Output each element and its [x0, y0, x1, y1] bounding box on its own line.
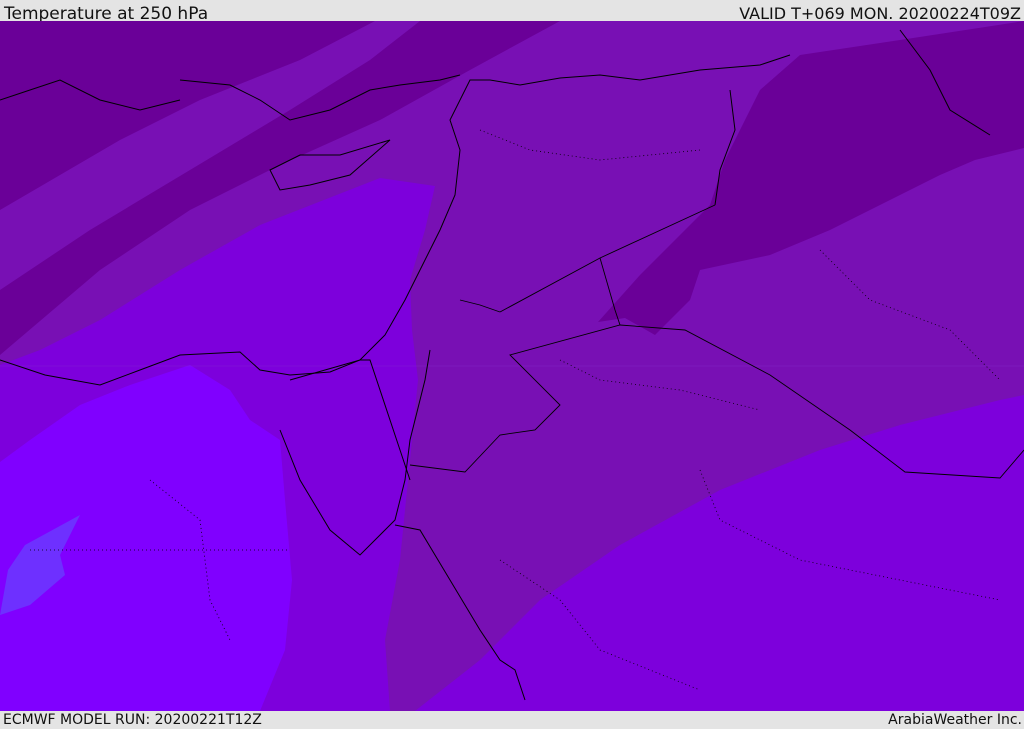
temperature-map[interactable] [0, 21, 1024, 711]
model-run: ECMWF MODEL RUN: 20200221T12Z [3, 712, 262, 728]
footer-bar: ECMWF MODEL RUN: 20200221T12Z ArabiaWeat… [0, 711, 1024, 729]
header-bar: Temperature at 250 hPa VALID T+069 MON. … [0, 0, 1024, 24]
credit: ArabiaWeather Inc. [888, 712, 1022, 728]
